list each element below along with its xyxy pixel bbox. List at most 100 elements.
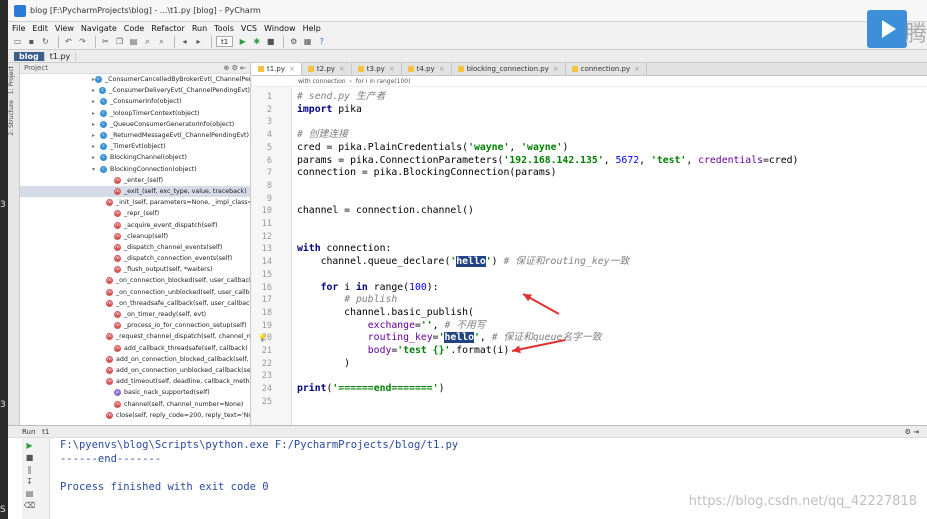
menu-refactor[interactable]: Refactor	[151, 24, 185, 33]
pause-icon[interactable]: ∥	[24, 464, 35, 474]
tree-item[interactable]: ▸ c _ConsumerDeliveryEvt(_ChannelPendingEv…	[20, 85, 250, 96]
tree-item[interactable]: m _flush_output(self, *waiters)	[20, 264, 250, 275]
tree-item[interactable]: m _enter_(self)	[20, 175, 250, 186]
chevron-right-icon[interactable]: ▸	[92, 87, 99, 94]
tree-item[interactable]: ▸ c _TimerEvt(object)	[20, 141, 250, 152]
stop-icon[interactable]: ■	[24, 452, 35, 462]
tree-item[interactable]: m _exit_(self, exc_type, value, traceback…	[20, 185, 250, 198]
code-editor[interactable]: # send.py 生产者 import pika # 创建连接 cred = pik…	[297, 87, 927, 425]
chevron-right-icon[interactable]: ▸	[92, 121, 100, 128]
tree-item[interactable]: m _on_connection_unblocked(self, user_cal…	[20, 287, 250, 298]
editor-tab[interactable]: t3.py ×	[352, 63, 402, 75]
tree-item[interactable]: ▸ c BlockingChannel(object)	[20, 152, 250, 163]
code-line[interactable]: for i in range(100):	[297, 282, 439, 295]
breadcrumb-item[interactable]: for i in range(100)	[356, 78, 411, 85]
breadcrumb-item[interactable]: with connection	[298, 78, 346, 85]
code-line[interactable]: )	[297, 358, 350, 371]
tree-item[interactable]: p basic_nack_supported(self)	[20, 387, 250, 398]
debug-icon[interactable]: ✱	[251, 37, 262, 47]
close-icon[interactable]: ×	[553, 65, 559, 73]
scroll-icon[interactable]: ↧	[24, 476, 35, 486]
close-icon[interactable]: ×	[289, 65, 295, 73]
tree-item[interactable]: ▸ c _ConsumerInfo(object)	[20, 96, 250, 107]
tree-item[interactable]: ▾ c BlockingConnection(object)	[20, 164, 250, 175]
code-line[interactable]: # publish	[297, 294, 397, 307]
tree-item[interactable]: ▸ c _ReturnedMessageEvt(_ChannelPendingEvt…	[20, 130, 250, 141]
tree-item[interactable]: m _on_threadsafe_callback(self, user_call…	[20, 298, 250, 309]
find-icon[interactable]: ⌕	[142, 37, 153, 47]
editor-tab[interactable]: t4.py ×	[402, 63, 452, 75]
tree-item[interactable]: m add_timeout(self, deadline, callback_me…	[20, 376, 250, 387]
sync-icon[interactable]: ↻	[40, 37, 51, 47]
code-line[interactable]: print('======end=======')	[297, 383, 444, 396]
tree-item[interactable]: ▸ c _IoloopTimerContext(object)	[20, 108, 250, 119]
settings-icon[interactable]: ⚙	[288, 37, 299, 47]
menu-navigate[interactable]: Navigate	[81, 24, 117, 33]
chevron-right-icon[interactable]: ▸	[92, 132, 100, 139]
tree-item[interactable]: m _repr_(self)	[20, 208, 250, 219]
tree-item[interactable]: m channel(self, channel_number=None)	[20, 398, 250, 409]
run-config-select[interactable]: t1	[216, 36, 234, 47]
project-tool-tab[interactable]: 1: Project	[8, 63, 15, 97]
paste-icon[interactable]: ▤	[128, 37, 139, 47]
editor-tab[interactable]: blocking_connection.py ×	[452, 63, 566, 75]
help-icon[interactable]: ?	[316, 37, 327, 47]
tree-item[interactable]: m add_callback_threadsafe(self, callback)	[20, 343, 250, 354]
tree-item[interactable]: m _cleanup(self)	[20, 231, 250, 242]
code-line[interactable]: params = pika.ConnectionParameters('192.…	[297, 155, 798, 168]
project-panel-title[interactable]: Project	[24, 64, 48, 72]
editor-tab[interactable]: t1.py ×	[252, 63, 302, 75]
code-line[interactable]: import pika	[297, 104, 362, 117]
tree-item[interactable]: m _process_io_for_connection_setup(self)	[20, 320, 250, 331]
tree-item[interactable]: m _on_timer_ready(self, evt)	[20, 309, 250, 320]
menu-tools[interactable]: Tools	[214, 24, 234, 33]
close-icon[interactable]: ×	[439, 65, 445, 73]
hide-icon[interactable]: ⇤	[240, 64, 246, 72]
print-icon[interactable]: ▤	[24, 488, 35, 498]
open-icon[interactable]: ▭	[12, 37, 23, 47]
run-icon[interactable]: ▶	[237, 37, 248, 47]
locate-icon[interactable]: ⊕	[224, 64, 230, 72]
tree-item[interactable]: m _on_connection_blocked(self, user_callb…	[20, 275, 250, 286]
tree-item[interactable]: m _dispatch_channel_events(self)	[20, 242, 250, 253]
code-line[interactable]: channel.basic_publish(	[297, 307, 474, 320]
run-tab[interactable]: t1	[42, 428, 49, 436]
code-line[interactable]: exchange='', # 不用写	[297, 320, 486, 333]
code-line[interactable]: # send.py 生产者	[297, 91, 385, 104]
structure-icon[interactable]: ▦	[302, 37, 313, 47]
editor-tab[interactable]: connection.py ×	[566, 63, 647, 75]
tree-item[interactable]: m _dispatch_connection_events(self)	[20, 253, 250, 264]
tree-item[interactable]: ▸ c _QueueConsumerGeneratorInfo(object)	[20, 119, 250, 130]
cut-icon[interactable]: ✂	[100, 37, 111, 47]
code-line[interactable]: channel.queue_declare('hello') # 保证和rout…	[297, 256, 629, 269]
settings-icon[interactable]: ⚙	[232, 64, 238, 72]
chevron-right-icon[interactable]: ▸	[92, 110, 100, 117]
menu-code[interactable]: Code	[124, 24, 144, 33]
settings-icon[interactable]: ⚙	[905, 428, 911, 436]
tree-item[interactable]: m add_on_connection_unblocked_callback(se…	[20, 365, 250, 376]
copy-icon[interactable]: ❐	[114, 37, 125, 47]
tree-item[interactable]: m close(self, reply_code=200, reply_text=…	[20, 410, 250, 421]
nav-file[interactable]: t1.py	[45, 51, 77, 61]
undo-icon[interactable]: ↶	[63, 37, 74, 47]
menu-view[interactable]: View	[55, 24, 74, 33]
close-icon[interactable]: ×	[389, 65, 395, 73]
rerun-icon[interactable]: ▶	[24, 440, 35, 450]
code-line[interactable]: channel = connection.channel()	[297, 205, 474, 218]
structure-tool-tab[interactable]: 2: Structure	[8, 97, 15, 139]
back-icon[interactable]: ◂	[179, 37, 190, 47]
chevron-down-icon[interactable]: ▾	[92, 166, 100, 173]
code-line[interactable]: body='test {}'.format(i)	[297, 345, 510, 358]
intention-bulb-icon[interactable]: 💡	[258, 334, 267, 342]
code-line[interactable]: connection = pika.BlockingConnection(par…	[297, 167, 557, 180]
save-icon[interactable]: ▪	[26, 37, 37, 47]
menu-run[interactable]: Run	[192, 24, 207, 33]
tree-item[interactable]: m _acquire_event_dispatch(self)	[20, 219, 250, 230]
replace-icon[interactable]: ⌕	[156, 37, 167, 47]
nav-project[interactable]: blog	[14, 51, 45, 61]
code-line[interactable]: # 创建连接	[297, 129, 348, 142]
close-icon[interactable]: ×	[634, 65, 640, 73]
hide-icon[interactable]: ⇥	[913, 428, 919, 436]
tree-item[interactable]: ▸ c _ConsumerCancelledByBrokerEvt(_Channel…	[20, 74, 250, 85]
editor-tab[interactable]: t2.py ×	[302, 63, 352, 75]
